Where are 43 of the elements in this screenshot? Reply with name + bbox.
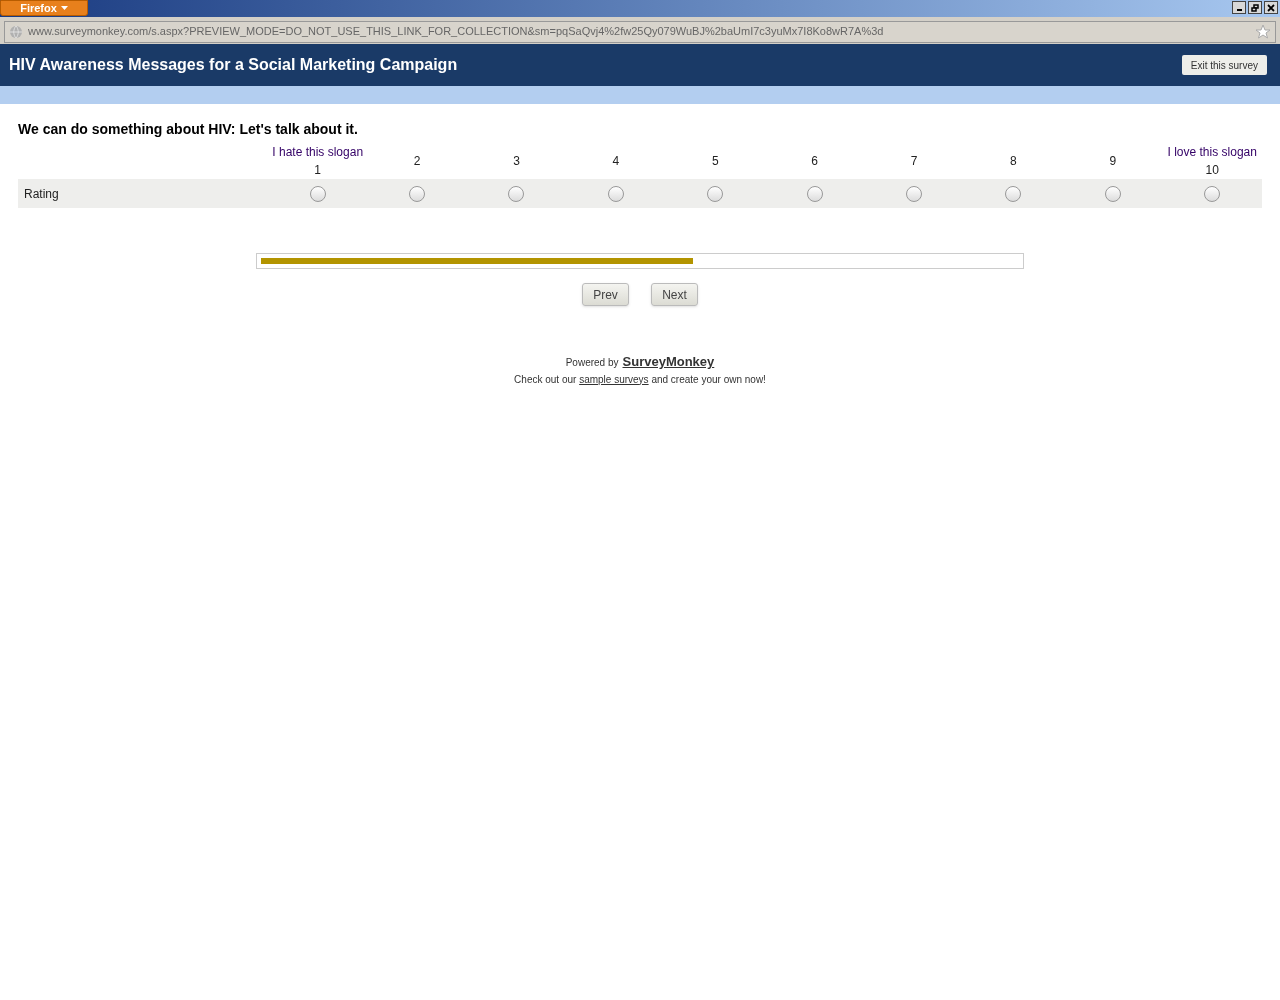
radio-button[interactable] bbox=[607, 185, 624, 202]
radio-button[interactable] bbox=[409, 185, 426, 202]
scale-number: 6 bbox=[811, 153, 818, 170]
close-button[interactable] bbox=[1264, 1, 1278, 14]
caret-icon bbox=[60, 6, 68, 10]
scale-number: 10 bbox=[1205, 162, 1219, 179]
radio-button[interactable] bbox=[707, 185, 724, 202]
restore-icon bbox=[1251, 3, 1259, 12]
brand-link[interactable]: SurveyMonkey bbox=[622, 352, 715, 372]
scale-number: 8 bbox=[1010, 153, 1017, 170]
radio-button[interactable] bbox=[309, 185, 326, 202]
scale-number: 1 bbox=[314, 162, 322, 179]
survey-title: HIV Awareness Messages for a Social Marketing Campaign bbox=[9, 55, 458, 75]
radio-button[interactable] bbox=[906, 185, 923, 202]
scale-caption: I hate this slogan bbox=[272, 144, 364, 161]
close-icon bbox=[1267, 3, 1275, 12]
radio-button[interactable] bbox=[1005, 185, 1022, 202]
row-label: Rating bbox=[23, 185, 60, 203]
radio-button[interactable] bbox=[1204, 185, 1221, 202]
radio-button[interactable] bbox=[806, 185, 823, 202]
scale-number: 4 bbox=[612, 153, 620, 170]
scale-number: 9 bbox=[1109, 153, 1117, 170]
scale-number: 7 bbox=[910, 153, 918, 170]
minimize-button[interactable] bbox=[1232, 1, 1246, 14]
globe-icon bbox=[9, 24, 23, 39]
restore-button[interactable] bbox=[1248, 1, 1262, 14]
question-text: We can do something about HIV: Let's talk about it. bbox=[18, 120, 359, 139]
url-text: www.surveymonkey.com/s.aspx?PREVIEW_MODE=DO_NOT_USE_THIS_LINK_FOR_COLLECTION&sm=pqSaQvj4%2fw25Qy079WuBJ%2baUmI7c3yuMx7I8Ko8wR7A%3d bbox=[28, 24, 885, 40]
sample-surveys-link[interactable]: sample surveys bbox=[579, 373, 649, 385]
scale-number: 5 bbox=[711, 153, 719, 170]
nav-button[interactable]: Prev bbox=[582, 283, 629, 306]
minimize-icon bbox=[1236, 9, 1242, 11]
scale-number: 2 bbox=[413, 153, 421, 170]
radio-button[interactable] bbox=[1104, 185, 1121, 202]
radio-button[interactable] bbox=[508, 185, 525, 202]
scale-caption: I love this slogan bbox=[1167, 144, 1257, 161]
address-bar[interactable]: www.surveymonkey.com/s.aspx?PREVIEW_MODE=DO_NOT_USE_THIS_LINK_FOR_COLLECTION&sm=pqSaQvj4%2fw25Qy079WuBJ%2baUmI7c3yuMx7I8Ko8wR7A%3d bbox=[4, 20, 1276, 43]
promo-text: Check out our sample surveys and create your own now! bbox=[514, 372, 766, 387]
exit-survey-button[interactable]: Exit this survey bbox=[1181, 55, 1267, 75]
nav-button[interactable]: Next bbox=[651, 283, 698, 306]
scale-number: 3 bbox=[513, 153, 520, 170]
powered-by-text: Powered by bbox=[565, 356, 619, 370]
star-icon[interactable] bbox=[1255, 23, 1271, 40]
